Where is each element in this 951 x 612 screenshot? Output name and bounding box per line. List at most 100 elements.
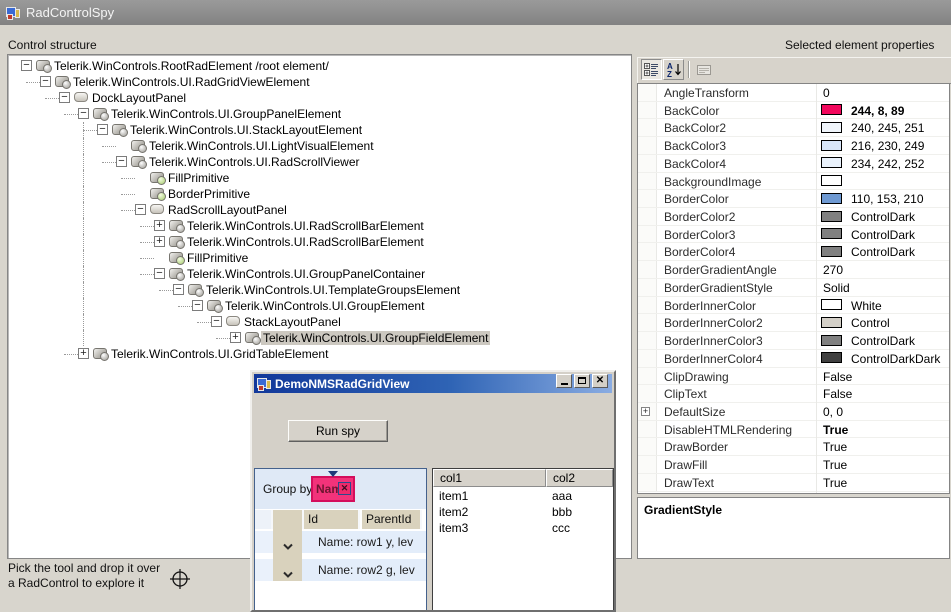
listview-cell[interactable]: ccc bbox=[552, 521, 570, 537]
property-value[interactable]: True bbox=[823, 458, 847, 472]
property-value[interactable]: White bbox=[851, 299, 882, 313]
tree-expand-toggle[interactable]: − bbox=[154, 268, 165, 279]
grid-column-header[interactable] bbox=[255, 510, 273, 529]
tree-node[interactable]: − RadScrollLayoutPanel bbox=[8, 202, 631, 218]
property-row[interactable]: BorderInnerColor4 ControlDarkDark bbox=[638, 349, 949, 368]
property-row[interactable]: DrawBorder True bbox=[638, 438, 949, 457]
property-row[interactable]: BackColor4 234, 242, 252 bbox=[638, 154, 949, 173]
tree-expand-toggle[interactable]: − bbox=[59, 92, 70, 103]
listview-column-header[interactable]: col2 bbox=[546, 469, 613, 487]
tree-node[interactable]: BorderPrimitive bbox=[8, 186, 631, 202]
tree-expand-toggle[interactable]: − bbox=[78, 108, 89, 119]
property-expand-toggle[interactable]: + bbox=[641, 406, 650, 416]
tree-node[interactable]: − Telerik.WinControls.RootRadElement /roo… bbox=[8, 58, 631, 74]
property-row[interactable]: BackColor3 216, 230, 249 bbox=[638, 137, 949, 155]
property-value[interactable]: 216, 230, 249 bbox=[851, 139, 924, 153]
tree-expand-toggle[interactable]: − bbox=[116, 156, 127, 167]
alphabetical-sort-button[interactable]: A Z bbox=[663, 59, 684, 80]
tree-node[interactable]: Telerik.WinControls.UI.LightVisualElemen… bbox=[8, 138, 631, 154]
grid-column-header[interactable]: Id bbox=[304, 510, 360, 529]
property-value[interactable]: 244, 8, 89 bbox=[851, 104, 904, 118]
property-value[interactable]: ControlDark bbox=[851, 245, 915, 259]
grid-column-header[interactable]: ParentId bbox=[362, 510, 422, 529]
property-row[interactable]: BorderGradientStyle Solid bbox=[638, 278, 949, 297]
tree-expand-toggle[interactable]: + bbox=[230, 332, 241, 343]
tree-expand-toggle[interactable]: + bbox=[154, 236, 165, 247]
property-row[interactable]: ClipText False bbox=[638, 385, 949, 403]
chip-close-icon[interactable]: ✕ bbox=[338, 482, 351, 495]
tree-expand-toggle[interactable]: − bbox=[135, 204, 146, 215]
tree-node[interactable]: + Telerik.WinControls.UI.GridTableElement bbox=[8, 346, 631, 362]
property-value[interactable]: 270 bbox=[823, 263, 843, 277]
property-value[interactable]: Control bbox=[851, 316, 890, 330]
listview-cell[interactable]: aaa bbox=[552, 489, 572, 505]
property-value[interactable]: 0 bbox=[823, 86, 830, 100]
tree-node[interactable]: FillPrimitive bbox=[8, 250, 631, 266]
tree-node[interactable]: − StackLayoutPanel bbox=[8, 314, 631, 330]
tree-node[interactable]: − Telerik.WinControls.UI.GroupElement bbox=[8, 298, 631, 314]
group-row[interactable]: Name: row1 y, lev bbox=[302, 531, 426, 553]
categorized-view-button[interactable] bbox=[641, 59, 662, 80]
property-row[interactable]: BackColor 244, 8, 89 bbox=[638, 101, 949, 120]
tree-expand-toggle[interactable]: − bbox=[97, 124, 108, 135]
tree-node[interactable]: − Telerik.WinControls.UI.RadGridViewEleme… bbox=[8, 74, 631, 90]
tree-node[interactable]: + Telerik.WinControls.UI.GroupFieldElemen… bbox=[8, 330, 631, 346]
tree-node[interactable]: + Telerik.WinControls.UI.RadScrollBarElem… bbox=[8, 218, 631, 234]
property-row[interactable]: AngleTransform 0 bbox=[638, 84, 949, 102]
property-value[interactable]: True bbox=[823, 423, 848, 437]
tree-node[interactable]: − Telerik.WinControls.UI.TemplateGroupsEl… bbox=[8, 282, 631, 298]
group-chip[interactable]: Name ✕ bbox=[311, 476, 355, 502]
tree-expand-toggle[interactable]: − bbox=[173, 284, 184, 295]
tree-node[interactable]: − DockLayoutPanel bbox=[8, 90, 631, 106]
listview-cell[interactable]: bbb bbox=[552, 505, 572, 521]
tree-expand-toggle[interactable]: − bbox=[21, 60, 32, 71]
tree-node[interactable]: − Telerik.WinControls.UI.StackLayoutEleme… bbox=[8, 122, 631, 138]
collapse-chevron-icon[interactable] bbox=[282, 566, 294, 578]
tree-expand-toggle[interactable]: + bbox=[78, 348, 89, 359]
tree-node[interactable]: − Telerik.WinControls.UI.RadScrollViewer bbox=[8, 154, 631, 170]
property-row[interactable]: BorderGradientAngle 270 bbox=[638, 261, 949, 279]
tree-node[interactable]: − Telerik.WinControls.UI.GroupPanelContai… bbox=[8, 266, 631, 282]
property-grid-splitter[interactable] bbox=[816, 84, 817, 493]
property-value[interactable]: 110, 153, 210 bbox=[851, 192, 924, 206]
property-row[interactable]: BorderColor 110, 153, 210 bbox=[638, 190, 949, 209]
property-value[interactable]: True bbox=[823, 476, 847, 490]
listview-cell[interactable]: item3 bbox=[439, 521, 468, 537]
tree-expand-toggle[interactable]: − bbox=[40, 76, 51, 87]
spy-crosshair-tool-icon[interactable] bbox=[167, 566, 193, 592]
property-value[interactable]: ControlDark bbox=[851, 228, 915, 242]
property-value[interactable]: ControlDark bbox=[851, 210, 915, 224]
property-row[interactable]: BorderInnerColor White bbox=[638, 296, 949, 315]
run-spy-button[interactable]: Run spy bbox=[288, 420, 388, 442]
tree-expand-toggle[interactable]: − bbox=[211, 316, 222, 327]
property-value[interactable]: 234, 242, 252 bbox=[851, 157, 924, 171]
property-row[interactable]: BackColor2 240, 245, 251 bbox=[638, 119, 949, 138]
property-value[interactable]: False bbox=[823, 387, 852, 401]
property-value[interactable]: True bbox=[823, 440, 847, 454]
listview-column-header[interactable]: col1 bbox=[433, 469, 546, 487]
property-value[interactable]: Solid bbox=[823, 281, 850, 295]
property-value[interactable]: 240, 245, 251 bbox=[851, 121, 924, 135]
property-row[interactable]: BorderColor4 ControlDark bbox=[638, 243, 949, 262]
tree-node[interactable]: + Telerik.WinControls.UI.RadScrollBarElem… bbox=[8, 234, 631, 250]
tree-node[interactable]: FillPrimitive bbox=[8, 170, 631, 186]
property-value[interactable]: ControlDarkDark bbox=[851, 352, 940, 366]
property-row[interactable]: ClipDrawing False bbox=[638, 367, 949, 386]
property-row[interactable]: DrawText True bbox=[638, 473, 949, 492]
property-row[interactable]: BorderColor2 ControlDark bbox=[638, 208, 949, 226]
property-row[interactable]: + DefaultSize 0, 0 bbox=[638, 402, 949, 421]
property-value[interactable]: False bbox=[823, 370, 852, 384]
window-titlebar[interactable]: RadControlSpy bbox=[0, 0, 951, 25]
tree-node[interactable]: − Telerik.WinControls.UI.GroupPanelElemen… bbox=[8, 106, 631, 122]
property-value[interactable]: ControlDark bbox=[851, 334, 915, 348]
property-row[interactable]: BorderColor3 ControlDark bbox=[638, 225, 949, 244]
property-value[interactable]: 0, 0 bbox=[823, 405, 843, 419]
minimize-button[interactable] bbox=[556, 374, 572, 388]
group-row[interactable]: Name: row2 g, lev bbox=[302, 559, 426, 581]
tree-expand-toggle[interactable]: − bbox=[192, 300, 203, 311]
property-row[interactable]: BackgroundImage bbox=[638, 172, 949, 191]
close-button[interactable]: ✕ bbox=[592, 374, 608, 388]
property-row[interactable]: DisableHTMLRendering True bbox=[638, 420, 949, 439]
tree-expand-toggle[interactable]: + bbox=[154, 220, 165, 231]
collapse-chevron-icon[interactable] bbox=[282, 538, 294, 550]
